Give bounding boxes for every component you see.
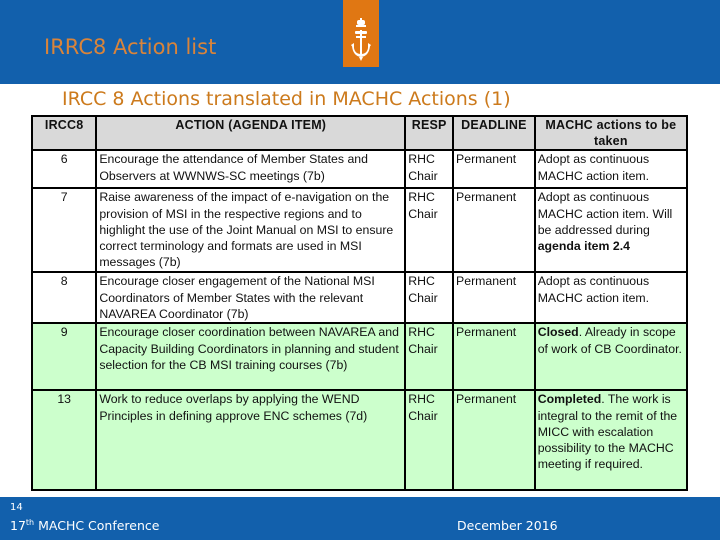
responsible: RHC Chair	[404, 187, 455, 274]
subtitle: IRCC 8 Actions translated in MACHC Actio…	[62, 88, 511, 110]
conference-name: 17th MACHC Conference	[10, 518, 159, 533]
deadline: Permanent	[452, 187, 536, 274]
responsible: RHC Chair	[404, 322, 455, 392]
machc-action: Closed. Already in scope of work of CB C…	[533, 322, 689, 392]
conference-ordinal-suffix: th	[25, 518, 35, 527]
machc-action: Adopt as continuous MACHC action item. W…	[533, 187, 689, 274]
ircc8-number: 6	[30, 149, 98, 190]
machc-action: Adopt as continuous MACHC action item.	[533, 271, 689, 325]
deadline: Permanent	[452, 149, 536, 190]
machc-action: Completed. The work is integral to the r…	[533, 389, 689, 492]
action-description: Raise awareness of the impact of e-navig…	[95, 187, 407, 274]
deadline: Permanent	[452, 322, 536, 392]
header-machc-actions: MACHC actions to be taken	[533, 114, 689, 152]
footer-date: December 2016	[457, 518, 558, 533]
actions-table: IRCC8 ACTION (AGENDA ITEM) RESP DEADLINE…	[30, 114, 689, 492]
responsible: RHC Chair	[404, 271, 455, 325]
header-resp: RESP	[404, 114, 455, 152]
machc-action-text: Adopt as continuous MACHC action item. W…	[537, 190, 673, 237]
responsible: RHC Chair	[404, 149, 455, 190]
machc-action-agenda-ref: agenda item 2.4	[537, 239, 630, 254]
table-row: 7 Raise awareness of the impact of e-nav…	[30, 187, 689, 274]
responsible: RHC Chair	[404, 389, 455, 492]
deadline: Permanent	[452, 271, 536, 325]
action-description: Encourage closer engagement of the Natio…	[95, 271, 407, 325]
ircc8-number: 8	[30, 271, 98, 325]
machc-action-text: Adopt as continuous MACHC action item.	[537, 274, 650, 305]
machc-action-text: Adopt as continuous MACHC action item.	[537, 152, 650, 183]
status-closed: Closed	[537, 325, 579, 340]
ircc8-number: 13	[30, 389, 98, 492]
table-row: 13 Work to reduce overlaps by applying t…	[30, 389, 689, 492]
table-row: 8 Encourage closer engagement of the Nat…	[30, 271, 689, 325]
logo-tab	[343, 0, 379, 67]
deadline: Permanent	[452, 389, 536, 492]
machc-action: Adopt as continuous MACHC action item.	[533, 149, 689, 190]
action-description: Encourage the attendance of Member State…	[95, 149, 407, 190]
crown-anchor-emblem-icon	[351, 18, 371, 61]
table-row: 6 Encourage the attendance of Member Sta…	[30, 149, 689, 190]
slide-title: IRRC8 Action list	[44, 35, 217, 59]
ircc8-number: 9	[30, 322, 98, 392]
table-row: 9 Encourage closer coordination between …	[30, 322, 689, 392]
header-deadline: DEADLINE	[452, 114, 536, 152]
conference-label: MACHC Conference	[34, 518, 160, 534]
action-description: Encourage closer coordination between NA…	[95, 322, 407, 392]
page-number: 14	[10, 502, 23, 513]
ircc8-number: 7	[30, 187, 98, 274]
action-description: Work to reduce overlaps by applying the …	[95, 389, 407, 492]
header-ircc8: IRCC8	[30, 114, 98, 152]
status-completed: Completed	[537, 392, 602, 407]
conference-ordinal: 17	[10, 518, 26, 534]
header-action: ACTION (AGENDA ITEM)	[95, 114, 407, 152]
table-header-row: IRCC8 ACTION (AGENDA ITEM) RESP DEADLINE…	[30, 114, 689, 152]
